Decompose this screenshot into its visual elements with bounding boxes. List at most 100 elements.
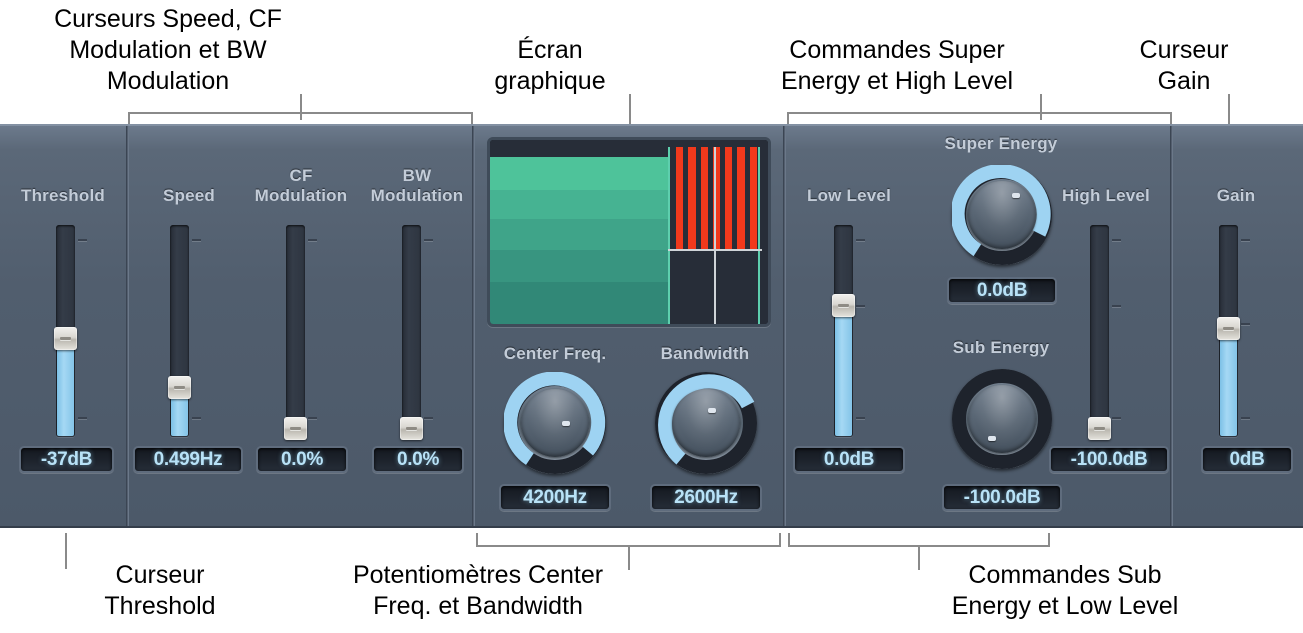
leader-top-left-vertical bbox=[300, 94, 302, 120]
graphic-red-bar bbox=[688, 147, 696, 249]
high-level-slider-thumb[interactable] bbox=[1088, 417, 1111, 440]
cf-modulation-tick-bottom bbox=[308, 417, 317, 419]
sub-energy-knob-cap[interactable] bbox=[968, 385, 1036, 453]
bandwidth-knob[interactable] bbox=[655, 372, 757, 474]
low-level-value[interactable]: 0.0dB bbox=[793, 446, 905, 473]
bw-modulation-slider[interactable] bbox=[400, 225, 434, 440]
graphic-marker-right bbox=[758, 147, 761, 324]
high-level-tick-mid bbox=[1112, 305, 1121, 307]
graphic-marker-left bbox=[667, 147, 670, 324]
graphic-band bbox=[490, 156, 668, 190]
threshold-tick-top bbox=[78, 239, 87, 241]
graphic-display-canvas bbox=[490, 140, 768, 324]
center-freq-knob[interactable] bbox=[504, 372, 606, 474]
gain-slider[interactable] bbox=[1217, 225, 1251, 437]
leader-top-right-bracket bbox=[787, 112, 1172, 114]
super-energy-knob-cap[interactable] bbox=[968, 181, 1036, 249]
leader-bottom-left bbox=[65, 533, 67, 569]
bandwidth-value[interactable]: 2600Hz bbox=[650, 484, 762, 511]
super-energy-knob-pointer bbox=[1012, 193, 1020, 198]
high-level-slider-track[interactable] bbox=[1090, 225, 1109, 437]
speed-label: Speed bbox=[162, 186, 216, 205]
gain-slider-fill bbox=[1220, 327, 1237, 436]
threshold-value[interactable]: -37dB bbox=[19, 446, 114, 473]
bandwidth-label: Bandwidth bbox=[660, 344, 750, 363]
leader-bottom-center-bracket-right bbox=[779, 533, 781, 547]
sub-energy-knob-pointer bbox=[988, 436, 996, 441]
bw-modulation-slider-thumb[interactable] bbox=[400, 417, 423, 440]
super-energy-label: Super Energy bbox=[944, 134, 1058, 153]
speed-slider-track[interactable] bbox=[170, 225, 189, 437]
high-level-slider[interactable] bbox=[1088, 225, 1122, 440]
callout-top-center: Écran graphique bbox=[494, 36, 606, 95]
graphic-band bbox=[490, 250, 668, 282]
gain-tick-top bbox=[1241, 239, 1250, 241]
speed-slider[interactable] bbox=[168, 225, 202, 437]
callout-top-far-right: Curseur Gain bbox=[1139, 36, 1229, 95]
center-freq-knob-pointer bbox=[562, 421, 570, 426]
cf-modulation-slider[interactable] bbox=[284, 225, 318, 440]
gain-label: Gain bbox=[1216, 186, 1256, 205]
threshold-slider-thumb[interactable] bbox=[54, 327, 77, 351]
leader-bottom-right-bracket-right bbox=[1048, 533, 1050, 547]
threshold-tick-bottom bbox=[78, 417, 87, 419]
low-level-slider[interactable] bbox=[832, 225, 866, 437]
callout-top-left: Curseurs Speed, CF Modulation et BW Modu… bbox=[54, 5, 282, 95]
low-level-slider-thumb[interactable] bbox=[832, 293, 855, 317]
graphic-red-bar bbox=[676, 147, 684, 249]
callout-bottom-right: Commandes Sub Energy et Low Level bbox=[951, 561, 1179, 620]
low-level-tick-mid bbox=[856, 305, 865, 307]
super-energy-value[interactable]: 0.0dB bbox=[947, 277, 1057, 304]
bw-modulation-label: BW Modulation bbox=[370, 166, 464, 205]
bw-modulation-value[interactable]: 0.0% bbox=[372, 446, 464, 473]
panel-display: Center Freq. 4200Hz Bandwidth 2600Hz bbox=[475, 126, 783, 526]
low-level-slider-track[interactable] bbox=[834, 225, 853, 437]
leader-top-right-bracket-left bbox=[787, 112, 789, 124]
low-level-label: Low Level bbox=[807, 186, 891, 205]
high-level-value[interactable]: -100.0dB bbox=[1049, 446, 1169, 473]
threshold-label: Threshold bbox=[21, 186, 105, 205]
panel-threshold: Threshold -37dB bbox=[0, 126, 126, 526]
high-level-tick-bottom bbox=[1112, 417, 1121, 419]
high-level-label: High Level bbox=[1062, 186, 1150, 205]
graphic-red-bar bbox=[749, 147, 757, 249]
low-level-tick-top bbox=[856, 239, 865, 241]
low-level-slider-fill bbox=[835, 304, 852, 436]
bandwidth-knob-cap[interactable] bbox=[672, 389, 740, 457]
plugin-window: Threshold -37dB Speed 0.499Hz CF Modulat… bbox=[0, 124, 1303, 528]
speed-slider-thumb[interactable] bbox=[168, 376, 191, 400]
leader-top-left-bracket-left bbox=[128, 112, 130, 124]
speed-value[interactable]: 0.499Hz bbox=[133, 446, 243, 473]
gain-slider-thumb[interactable] bbox=[1217, 316, 1240, 340]
cf-modulation-slider-track[interactable] bbox=[286, 225, 305, 437]
leader-top-left-bracket bbox=[128, 112, 473, 114]
leader-top-right-bracket-right bbox=[1170, 112, 1172, 124]
graphic-display[interactable] bbox=[487, 137, 771, 327]
center-freq-label: Center Freq. bbox=[503, 344, 607, 363]
center-freq-knob-cap[interactable] bbox=[521, 389, 589, 457]
center-freq-value[interactable]: 4200Hz bbox=[499, 484, 611, 511]
sub-energy-knob[interactable] bbox=[952, 369, 1052, 469]
leader-bottom-center-bracket-left bbox=[476, 533, 478, 547]
cf-modulation-value[interactable]: 0.0% bbox=[256, 446, 348, 473]
speed-tick-top bbox=[192, 239, 201, 241]
sub-energy-value[interactable]: -100.0dB bbox=[942, 484, 1062, 511]
gain-value[interactable]: 0dB bbox=[1201, 446, 1293, 473]
graphic-red-bar bbox=[737, 147, 745, 249]
callout-bottom-center: Potentiomètres Center Freq. et Bandwidth bbox=[352, 561, 604, 620]
super-energy-knob[interactable] bbox=[952, 165, 1052, 265]
panel-energy: Low Level 0.0dB Super Energy 0.0dB Sub E… bbox=[786, 126, 1170, 526]
callout-bottom-left: Curseur Threshold bbox=[104, 561, 216, 620]
cf-modulation-slider-thumb[interactable] bbox=[284, 417, 307, 440]
graphic-crosshair-vertical bbox=[713, 147, 716, 324]
leader-top-center bbox=[629, 94, 631, 124]
bw-modulation-slider-track[interactable] bbox=[402, 225, 421, 437]
high-level-tick-top bbox=[1112, 239, 1121, 241]
threshold-slider[interactable] bbox=[54, 225, 88, 437]
threshold-slider-fill bbox=[57, 338, 74, 436]
leader-top-left-bracket-right bbox=[471, 112, 473, 124]
cf-modulation-tick-top bbox=[308, 239, 317, 241]
graphic-band bbox=[490, 281, 668, 324]
callout-top-right: Commandes Super Energy et High Level bbox=[780, 36, 1014, 95]
gain-tick-mid bbox=[1241, 323, 1250, 325]
